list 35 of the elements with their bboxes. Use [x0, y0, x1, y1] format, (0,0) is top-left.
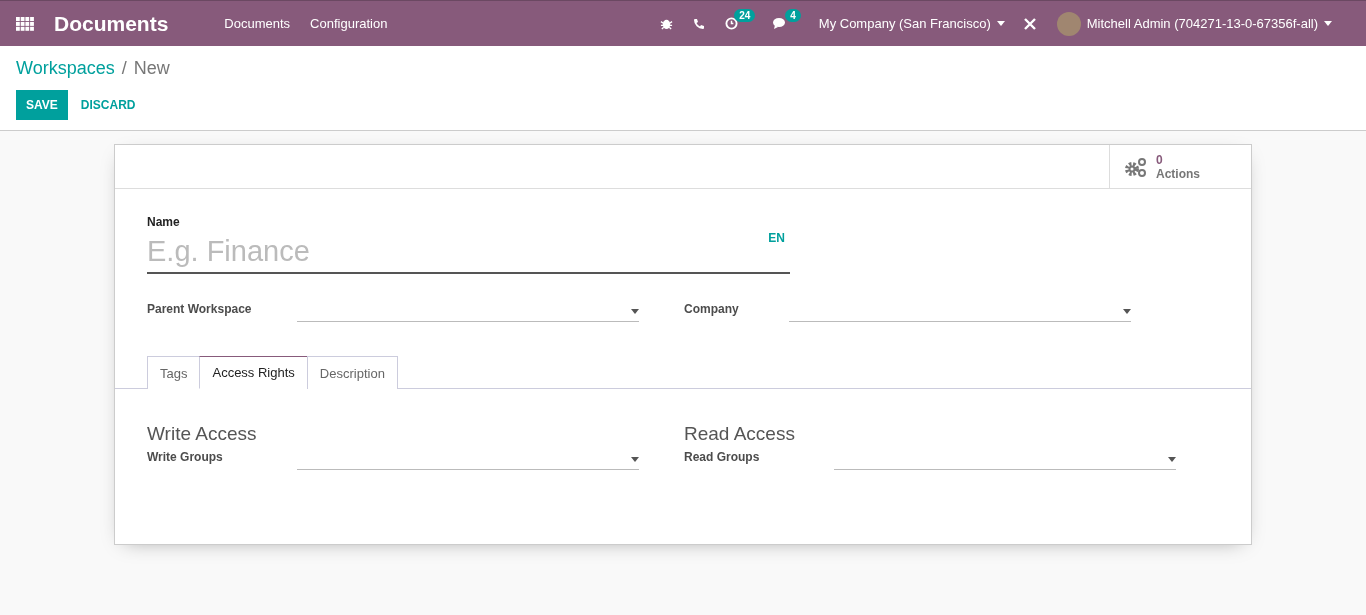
breadcrumb-link[interactable]: Workspaces — [16, 58, 115, 79]
user-menu[interactable]: Mitchell Admin (704271-13-0-67356f-all) — [1086, 16, 1318, 31]
caret-icon — [1123, 309, 1131, 314]
caret-icon — [631, 457, 639, 462]
breadcrumb-current: New — [133, 58, 170, 79]
form-tab[interactable]: Access Rights — [199, 356, 308, 389]
activity-count-badge: 24 — [734, 9, 756, 22]
breadcrumb-separator: / — [121, 58, 127, 79]
language-link[interactable]: EN — [768, 231, 785, 245]
group-title: Read Access — [684, 423, 796, 445]
field-label: Company — [684, 302, 740, 318]
apps-menu-icon[interactable] — [16, 16, 34, 31]
discard-button[interactable]: DISCARD — [69, 90, 147, 120]
company-switcher[interactable]: My Company (San Francisco) — [818, 16, 991, 31]
caret-icon — [1168, 457, 1176, 462]
nav-menu-item[interactable]: Documents — [224, 16, 291, 31]
form-tab[interactable]: Description — [306, 356, 398, 389]
gears-icon — [1124, 155, 1148, 178]
caret-icon — [996, 21, 1005, 26]
field-label: Name — [147, 215, 181, 229]
actions-stat-button[interactable]: 0 Actions — [1109, 145, 1251, 188]
group-title: Write Access — [147, 423, 258, 445]
field-label: Parent Workspace — [147, 302, 253, 318]
bug-icon[interactable] — [660, 17, 674, 30]
app-title: Documents — [54, 11, 169, 36]
messages-count-badge: 4 — [785, 9, 801, 22]
field-label: Write Groups — [147, 450, 224, 466]
form-tab[interactable]: Tags — [147, 356, 201, 389]
field-label: Read Groups — [684, 450, 761, 466]
caret-icon — [631, 309, 639, 314]
clock-icon[interactable] — [725, 17, 739, 30]
save-button[interactable]: SAVE — [16, 90, 68, 120]
caret-icon — [1324, 21, 1332, 26]
phone-icon[interactable] — [693, 17, 706, 30]
nav-menu-item[interactable]: Configuration — [310, 16, 388, 31]
